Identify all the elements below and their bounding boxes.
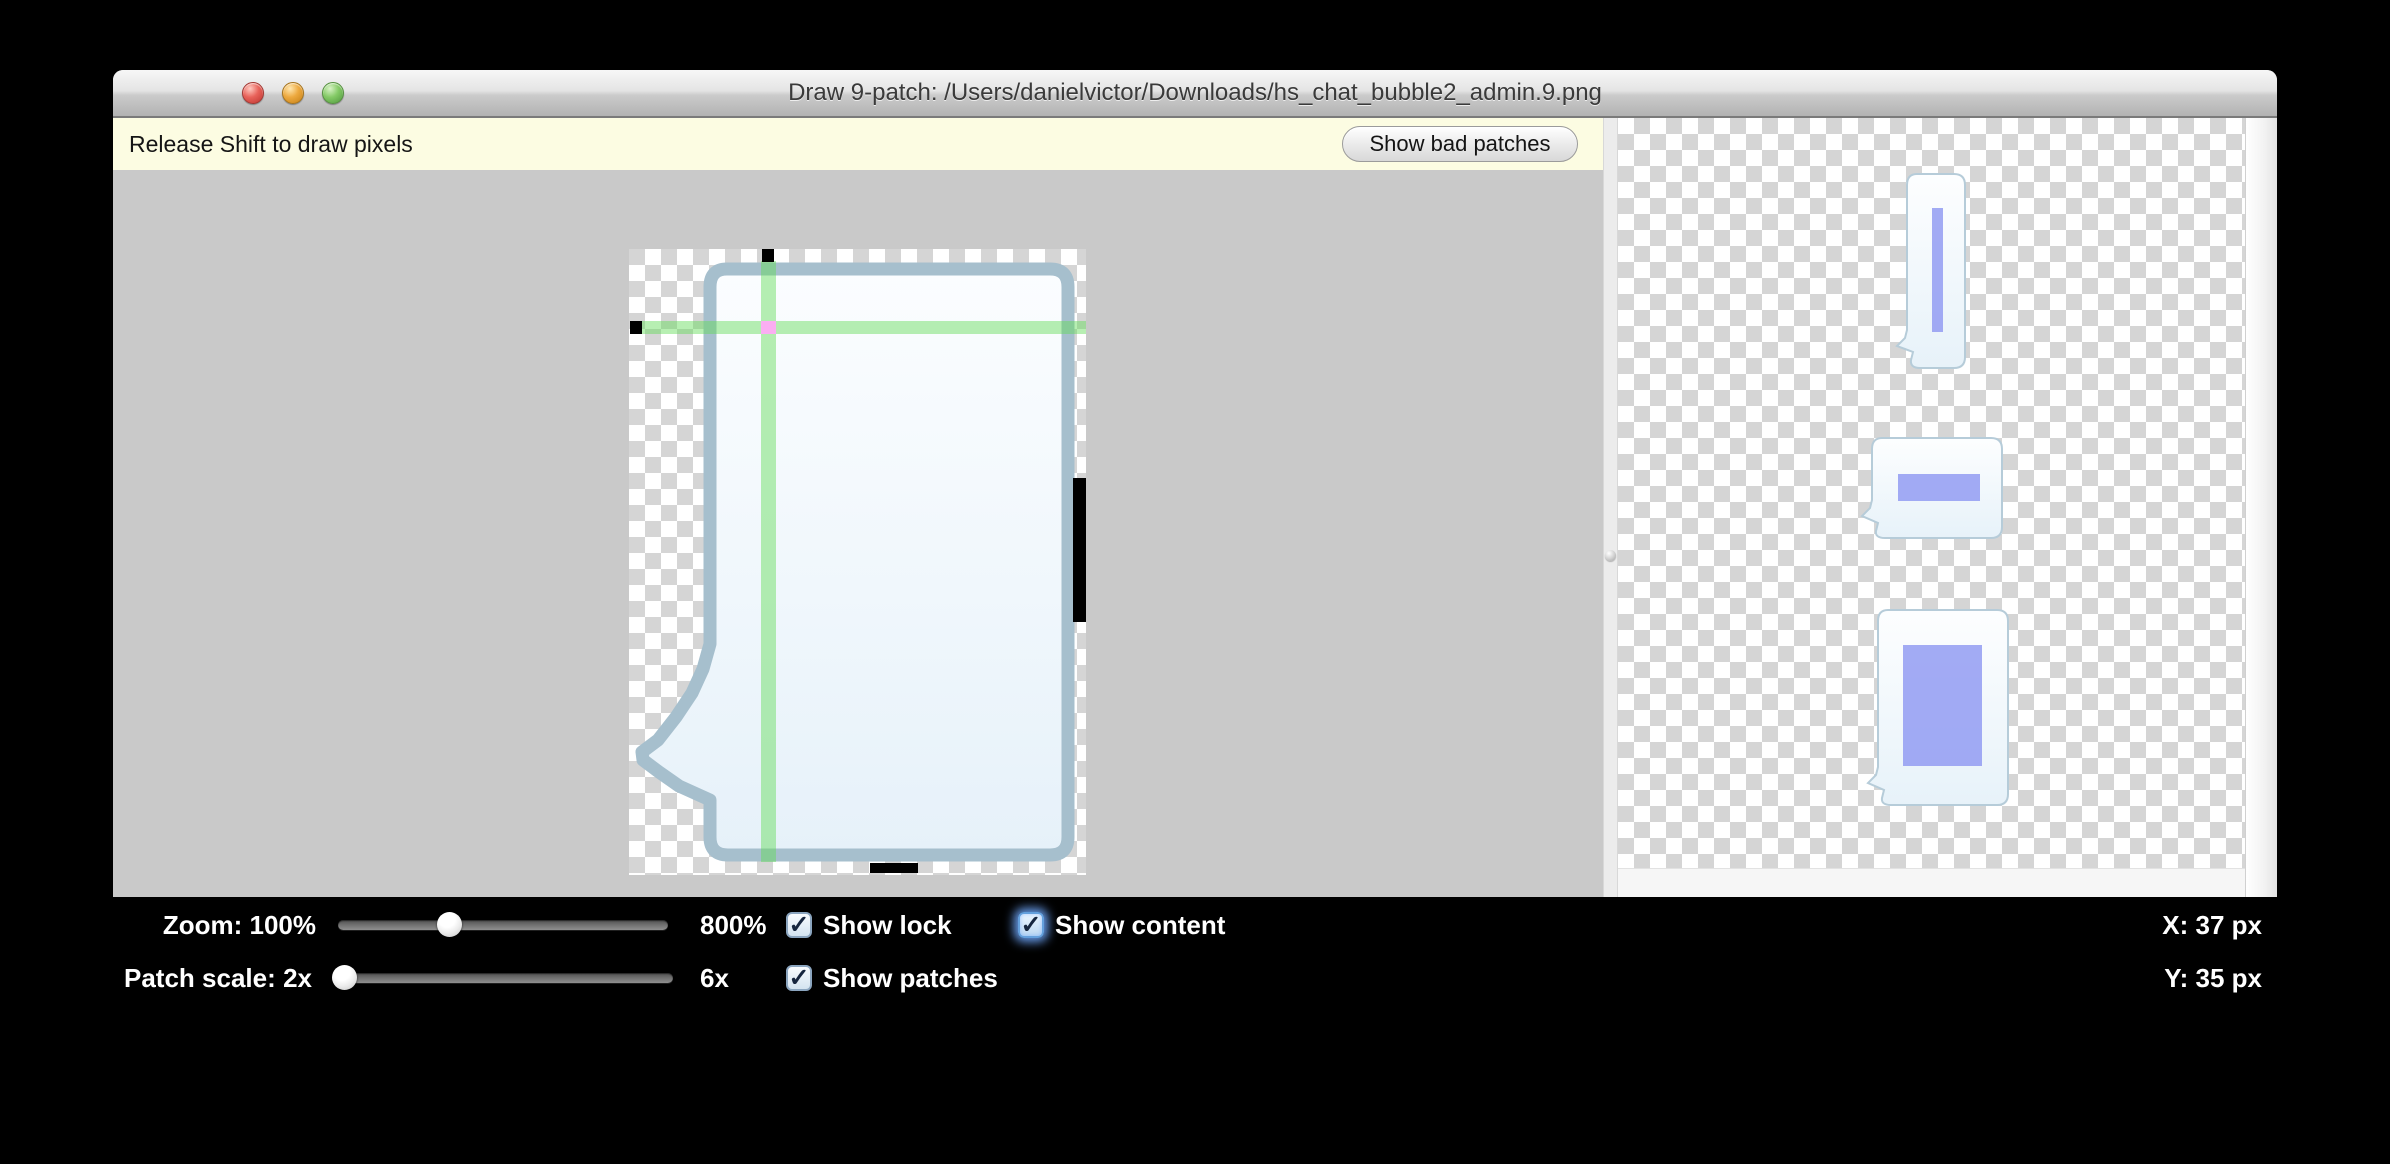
ninepatch-image bbox=[629, 249, 1086, 875]
content-area-overlay bbox=[1903, 645, 1982, 766]
preview-footer-strip bbox=[1618, 868, 2245, 897]
zoom-label: Zoom: bbox=[163, 910, 242, 940]
horizontal-guide-line bbox=[642, 321, 1086, 334]
content-area-overlay bbox=[1898, 474, 1980, 501]
chat-bubble-shape bbox=[642, 269, 1068, 855]
status-message: Release Shift to draw pixels bbox=[129, 118, 413, 170]
show-bad-patches-button[interactable]: Show bad patches bbox=[1342, 126, 1578, 162]
show-content-label[interactable]: Show content bbox=[1055, 911, 1225, 939]
zoom-value: 100% bbox=[250, 910, 317, 940]
preview-bubble bbox=[1893, 172, 1968, 370]
title-bar: Draw 9-patch: /Users/danielvictor/Downlo… bbox=[113, 70, 2277, 118]
show-lock-label[interactable]: Show lock bbox=[823, 911, 952, 939]
zoom-label-group: Zoom: 100% bbox=[110, 911, 316, 939]
preview-stretched-horizontal bbox=[1858, 436, 2005, 540]
show-patches-label[interactable]: Show patches bbox=[823, 964, 998, 992]
vertical-guide-line bbox=[761, 261, 776, 862]
show-content-checkbox[interactable]: ✓ bbox=[1018, 912, 1044, 938]
ninepatch-canvas[interactable] bbox=[629, 249, 1086, 875]
guide-intersection bbox=[761, 321, 776, 334]
status-bar: Release Shift to draw pixels Show bad pa… bbox=[113, 118, 1603, 170]
editor-area bbox=[113, 170, 1603, 897]
patch-scale-value: 2x bbox=[250, 964, 312, 992]
preview-stretched-vertical bbox=[1893, 172, 1968, 370]
show-lock-checkbox[interactable]: ✓ bbox=[786, 912, 812, 938]
left-patch-mark bbox=[630, 321, 642, 334]
top-patch-mark bbox=[762, 249, 774, 262]
cursor-y-label: Y: 35 px bbox=[2062, 964, 2262, 992]
show-patches-checkbox[interactable]: ✓ bbox=[786, 965, 812, 991]
right-patch-mark bbox=[1073, 478, 1086, 622]
preview-scrollbar[interactable] bbox=[2245, 118, 2277, 897]
split-divider[interactable] bbox=[1603, 118, 1618, 897]
content-area-overlay bbox=[1932, 208, 1943, 332]
cursor-x-label: X: 37 px bbox=[2062, 911, 2262, 939]
patch-scale-max-label: 6x bbox=[700, 964, 729, 992]
patch-scale-slider-thumb[interactable] bbox=[332, 965, 357, 990]
preview-pane bbox=[1618, 118, 2245, 897]
zoom-slider[interactable] bbox=[338, 920, 668, 930]
zoom-slider-thumb[interactable] bbox=[437, 912, 462, 937]
preview-stretched-both bbox=[1864, 608, 2011, 807]
zoom-max-label: 800% bbox=[700, 911, 767, 939]
patch-scale-slider[interactable] bbox=[332, 973, 673, 983]
draw9patch-window: Draw 9-patch: /Users/danielvictor/Downlo… bbox=[113, 70, 2277, 897]
bottom-patch-mark bbox=[870, 863, 918, 873]
window-title: Draw 9-patch: /Users/danielvictor/Downlo… bbox=[113, 70, 2277, 116]
divider-handle-icon[interactable] bbox=[1605, 550, 1616, 561]
